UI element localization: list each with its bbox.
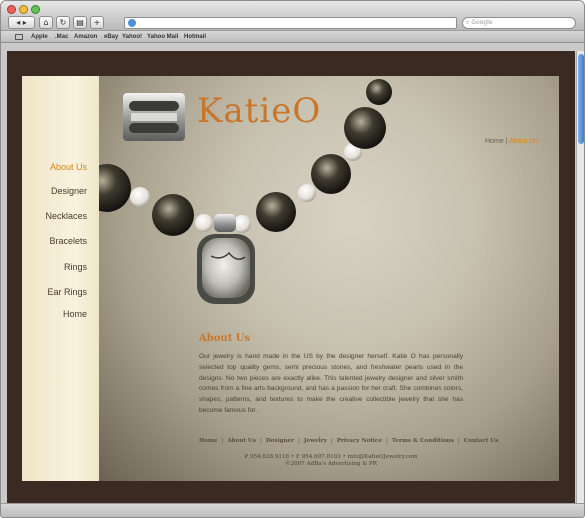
breadcrumb-current: About Us: [509, 138, 538, 145]
site-logo-text[interactable]: KatieO: [197, 91, 321, 131]
close-window-icon[interactable]: [7, 5, 16, 14]
footer-separator: |: [457, 438, 460, 444]
print-button[interactable]: ▤: [73, 16, 87, 29]
hero-image: KatieO Home | About Us About Us Our jewe…: [99, 76, 559, 481]
bookmark-yahoo-mail[interactable]: Yahoo Mail: [147, 32, 178, 42]
footer-separator: |: [221, 438, 224, 444]
footer-separator: |: [298, 438, 300, 444]
breadcrumb-home[interactable]: Home: [485, 138, 504, 145]
browser-window: ◂ ▸ ⌂ ↻ ▤ + ⌕ Google Apple .Mac Amazon e…: [0, 0, 585, 518]
minimize-window-icon[interactable]: [19, 5, 28, 14]
footer-separator: |: [386, 438, 388, 444]
back-forward-button[interactable]: ◂ ▸: [8, 16, 35, 29]
footer-link-home[interactable]: Home: [199, 438, 218, 444]
footer-contact: P 954.638.9118 • F 954.697.8103 • info@K…: [199, 454, 463, 468]
footer-link-terms[interactable]: Terms & Conditions: [392, 438, 454, 444]
bookmark-hotmail[interactable]: Hotmail: [184, 32, 206, 42]
forward-arrow-icon[interactable]: ▸: [23, 18, 27, 27]
footer-separator: |: [260, 438, 262, 444]
reload-button[interactable]: ↻: [56, 16, 70, 29]
bookmark-amazon[interactable]: Amazon: [74, 32, 97, 42]
address-bar[interactable]: [124, 17, 457, 29]
site-sidebar: About Us Designer Necklaces Bracelets Ri…: [22, 76, 99, 481]
bookmarks-book-icon[interactable]: [15, 34, 23, 40]
footer-link-contact[interactable]: Contact Us: [464, 438, 498, 444]
page-viewport: About Us Designer Necklaces Bracelets Ri…: [7, 51, 575, 503]
scrollbar-thumb[interactable]: [578, 54, 584, 144]
footer-link-about-us[interactable]: About Us: [227, 438, 256, 444]
plus-icon: +: [93, 18, 101, 27]
footer-copyright: ©2007 AdBa's Advertising & PR: [284, 461, 377, 467]
home-button[interactable]: ⌂: [39, 16, 53, 29]
add-bookmark-button[interactable]: +: [90, 16, 104, 29]
reload-icon: ↻: [59, 18, 67, 27]
footer-separator: |: [330, 438, 333, 444]
nav-rings[interactable]: Rings: [64, 262, 87, 272]
zoom-window-icon[interactable]: [31, 5, 40, 14]
nav-bracelets[interactable]: Bracelets: [49, 236, 87, 246]
status-bar: [1, 503, 584, 517]
bookmark-ebay[interactable]: eBay: [104, 32, 118, 42]
breadcrumb: Home | About Us: [485, 138, 538, 145]
bookmark-yahoo[interactable]: Yahoo!: [122, 32, 142, 42]
footer-links: Home | About Us | Designer | Jewelry | Privacy N…: [199, 438, 498, 444]
title-bar: ◂ ▸ ⌂ ↻ ▤ + ⌕ Google: [1, 1, 584, 31]
home-icon: ⌂: [43, 18, 49, 27]
bookmarks-bar: Apple .Mac Amazon eBay Yahoo! Yahoo Mail…: [1, 31, 584, 43]
footer-link-privacy[interactable]: Privacy Notice: [337, 438, 382, 444]
vertical-scrollbar[interactable]: [576, 51, 584, 503]
back-arrow-icon[interactable]: ◂: [16, 18, 20, 27]
bookmark-apple[interactable]: Apple: [31, 32, 48, 42]
search-placeholder: Google: [471, 19, 493, 26]
search-icon: ⌕: [466, 19, 470, 26]
search-input[interactable]: ⌕ Google: [462, 17, 576, 29]
katieo-logo-icon: [123, 93, 185, 141]
website: About Us Designer Necklaces Bracelets Ri…: [22, 76, 559, 481]
footer-contact-line: P 954.638.9118 • F 954.697.8103 • info@K…: [244, 454, 418, 460]
nav-home[interactable]: Home: [63, 309, 87, 319]
nav-designer[interactable]: Designer: [51, 186, 87, 196]
footer-link-designer[interactable]: Designer: [266, 438, 294, 444]
nav-about-us[interactable]: About Us: [50, 162, 87, 172]
site-favicon-icon: [128, 19, 136, 27]
footer-link-jewelry[interactable]: Jewelry: [304, 438, 327, 444]
breadcrumb-separator: |: [505, 138, 508, 145]
nav-ear-rings[interactable]: Ear Rings: [47, 287, 87, 297]
nav-necklaces[interactable]: Necklaces: [45, 211, 87, 221]
bookmark-mac[interactable]: .Mac: [55, 32, 68, 42]
print-icon: ▤: [76, 18, 84, 27]
page-title: About Us: [199, 333, 251, 344]
about-paragraph: Our jewelry is hand made in the US by th…: [199, 353, 463, 414]
